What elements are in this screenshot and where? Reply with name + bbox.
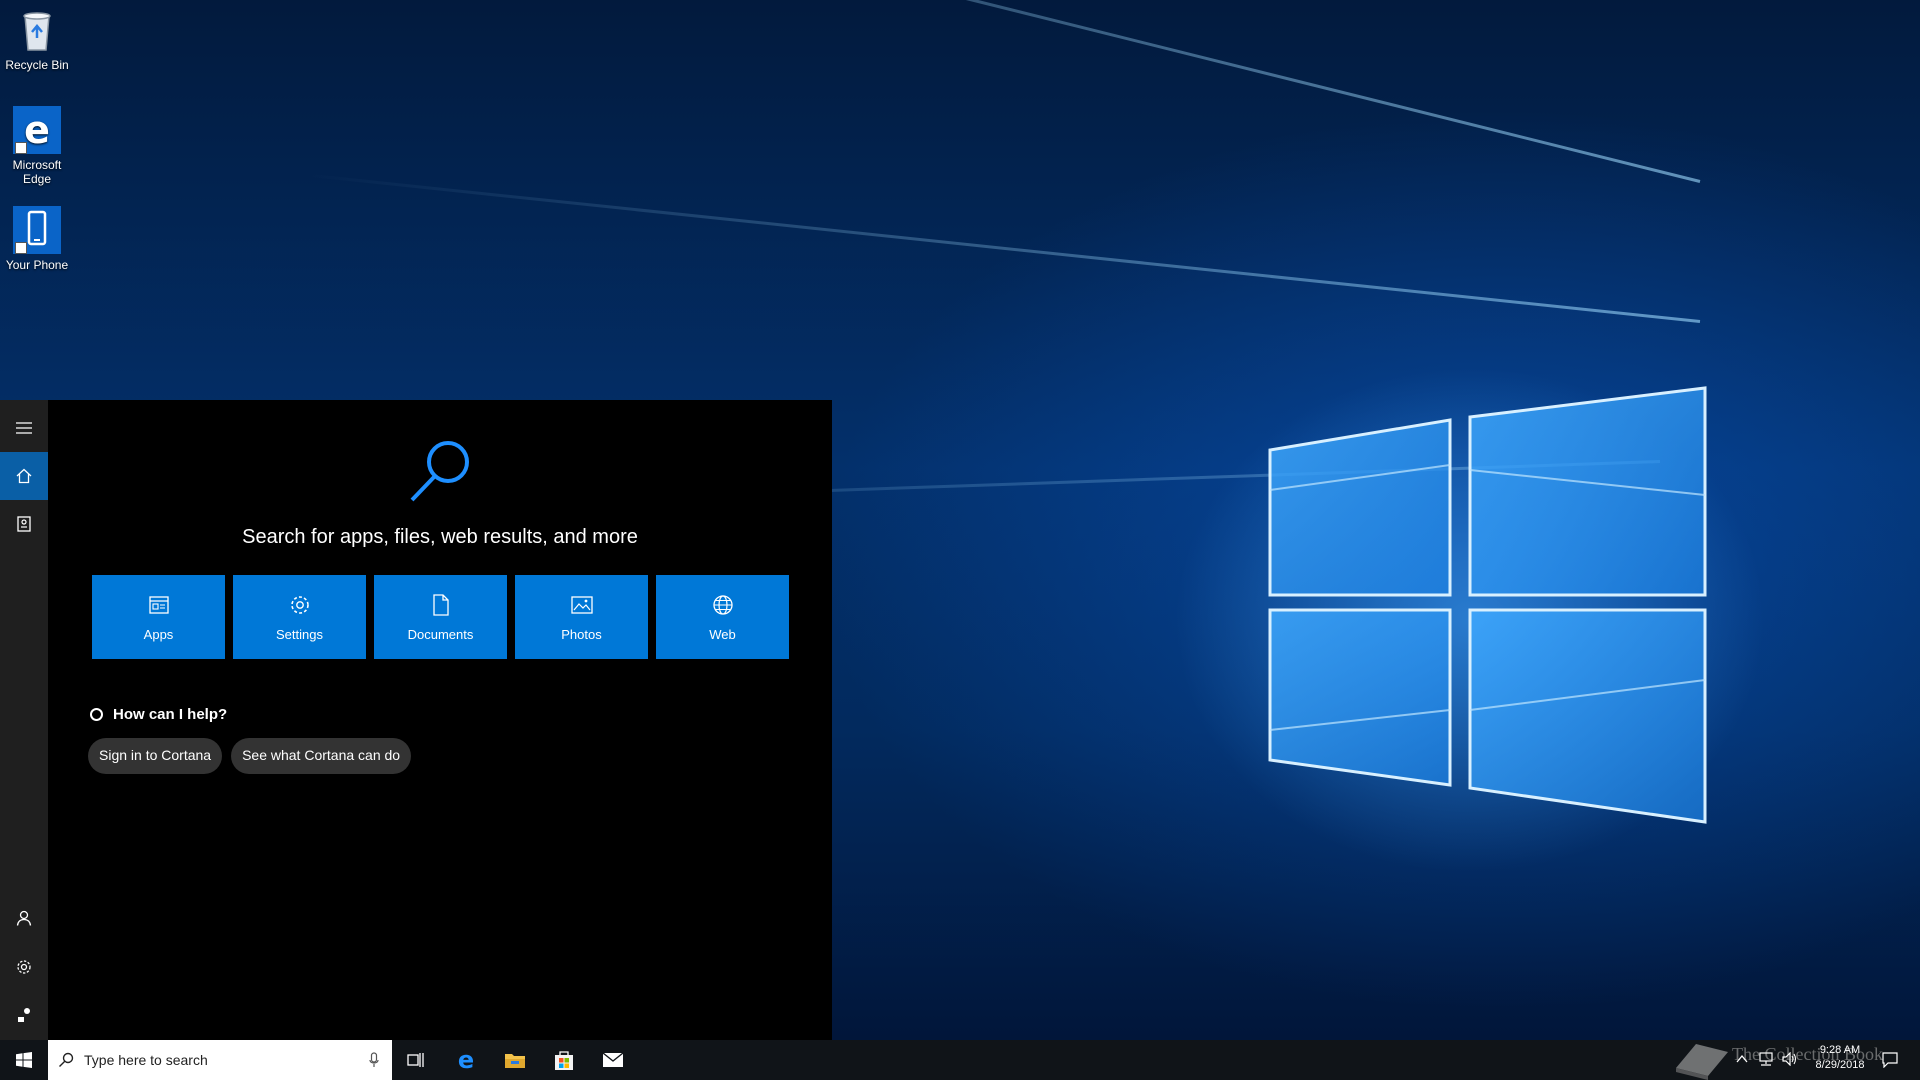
task-view-button[interactable] [392,1040,440,1080]
shortcut-arrow-icon [15,242,27,254]
phone-icon [13,206,61,254]
gear-icon [289,593,311,617]
notebook-button[interactable] [0,500,48,548]
tile-apps[interactable]: Apps [92,575,225,659]
task-view-icon [407,1053,424,1067]
file-explorer-taskbar-button[interactable] [491,1040,539,1080]
microphone-icon[interactable] [356,1052,392,1068]
file-explorer-icon [505,1054,525,1068]
light-beam [307,173,1701,323]
windows-start-icon [16,1052,32,1068]
store-icon [555,1051,573,1070]
search-side-rail [0,400,48,1040]
feedback-button[interactable] [0,991,48,1039]
edge-taskbar-button[interactable]: e [442,1040,490,1080]
document-icon [432,593,449,617]
search-icon [48,1052,84,1068]
tile-web[interactable]: Web [656,575,789,659]
taskbar: Type here to search e [0,1040,1920,1080]
hamburger-menu-button[interactable] [0,404,48,452]
tile-label: Documents [407,626,474,642]
desktop-icon-label: Your Phone [5,258,69,272]
tile-label: Settings [276,626,323,642]
start-button[interactable] [0,1040,48,1080]
shortcut-arrow-icon [15,142,27,154]
action-center-button[interactable] [1876,1040,1904,1080]
search-hero-icon [410,441,469,502]
photo-icon [570,593,593,617]
tile-label: Web [709,626,736,642]
chevron-up-icon[interactable] [1736,1054,1748,1064]
desktop-icon-microsoft-edge[interactable]: e Microsoft Edge [4,106,70,186]
edge-icon: e [13,106,61,154]
notebook-icon [17,516,31,532]
home-button[interactable] [0,452,48,500]
svg-text:e: e [24,108,50,152]
feedback-icon [18,1008,30,1022]
windows-logo-wallpaper [1268,386,1707,824]
search-panel: Search for apps, files, web results, and… [0,400,832,1040]
clock-date: 8/29/2018 [1815,1059,1865,1071]
cortana-help-buttons: Sign in to Cortana See what Cortana can … [88,738,412,774]
search-headline: Search for apps, files, web results, and… [242,526,638,548]
tile-photos[interactable]: Photos [515,575,648,659]
desktop-icon-label: Microsoft Edge [12,158,62,186]
see-what-cortana-can-do-button[interactable]: See what Cortana can do [231,738,412,774]
edge-icon: e [458,1048,474,1072]
cortana-help-prompt: How can I help? [90,706,227,723]
notification-icon [1882,1052,1898,1068]
light-beam [244,0,1701,183]
apps-icon [148,593,169,617]
sign-in-to-cortana-button[interactable]: Sign in to Cortana [88,738,223,774]
globe-icon [712,593,734,617]
desktop-icon-label: Recycle Bin [5,58,69,72]
gear-icon [17,960,31,974]
settings-button[interactable] [0,943,48,991]
taskbar-search-box[interactable]: Type here to search [48,1040,392,1080]
store-taskbar-button[interactable] [540,1040,588,1080]
search-placeholder: Type here to search [84,1052,208,1068]
network-icon[interactable] [1758,1052,1774,1066]
volume-icon[interactable] [1782,1052,1798,1066]
tile-documents[interactable]: Documents [374,575,507,659]
hamburger-menu-icon [16,422,32,434]
account-button[interactable] [0,894,48,942]
tile-settings[interactable]: Settings [233,575,366,659]
svg-text:e: e [458,1048,474,1072]
search-content: Search for apps, files, web results, and… [48,400,832,1040]
help-prompt-text: How can I help? [113,706,228,723]
clock-time: 9:28 AM [1819,1044,1861,1056]
system-clock[interactable]: 9:28 AM 8/29/2018 [1800,1043,1880,1073]
home-icon [16,468,32,484]
tile-label: Photos [561,626,602,642]
desktop-icon-your-phone[interactable]: Your Phone [4,206,70,272]
tile-label: Apps [143,626,174,642]
desktop-icon-recycle-bin[interactable]: Recycle Bin [4,6,70,72]
recycle-bin-icon [13,6,61,54]
mail-icon [602,1052,624,1067]
mail-taskbar-button[interactable] [589,1040,637,1080]
person-icon [16,910,32,926]
cortana-circle-icon [90,708,103,721]
search-category-tiles: Apps Settings Documents Photos Web [92,575,789,659]
